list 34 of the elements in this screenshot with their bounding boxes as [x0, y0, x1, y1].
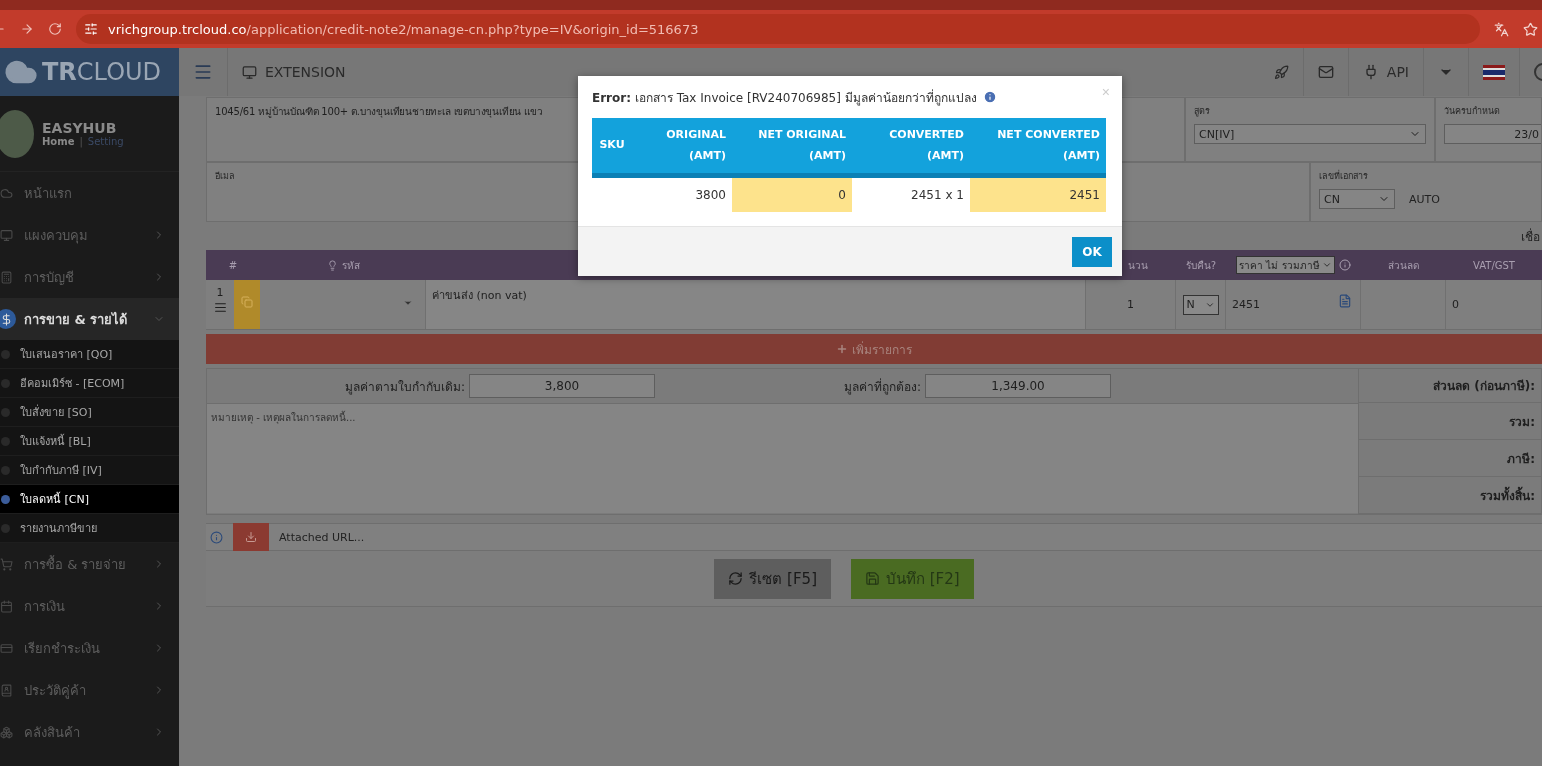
column-header: นวน — [1127, 258, 1149, 273]
field-label: อีเมล — [215, 170, 236, 183]
column-header: NET ORIGINAL (AMT) — [732, 118, 852, 178]
column-header: NET CONVERTED (AMT) — [970, 118, 1106, 178]
field-label: มูลค่าที่ถูกต้อง: — [842, 377, 922, 396]
column-header: รับคืน? — [1184, 258, 1218, 273]
column-header: ส่วนลด — [1387, 258, 1420, 273]
separator: | — [79, 136, 83, 147]
table-cell: 1 — [1127, 298, 1134, 311]
column-header: รหัส — [341, 258, 360, 273]
column-header: VAT/GST — [1472, 259, 1516, 271]
table-cell: 0 — [1452, 298, 1459, 311]
table-cell: 2451 — [970, 178, 1106, 212]
total-label: ส่วนลด (ก่อนภาษี): — [1359, 369, 1541, 403]
profile-name: EASYHUB — [42, 120, 118, 136]
dialog-title: Error: เอกสาร Tax Invoice [RV240706985] มีมูลค่าน้อยกว่าที่ถูกแปลง — [592, 88, 977, 107]
column-header: ORIGINAL (AMT) — [632, 118, 732, 178]
table-cell: 0 — [732, 178, 852, 212]
field-label: มูลค่าตามใบกำกับเดิม: — [343, 378, 466, 396]
price-value: 2451 — [1232, 298, 1260, 311]
field-label: เลขที่เอกสาร — [1319, 169, 1369, 183]
total-label: ภาษี: — [1359, 440, 1541, 477]
total-label: รวม: — [1359, 403, 1541, 440]
column-header: # — [227, 259, 239, 271]
row-number: 1 — [216, 286, 224, 299]
field-label: สูตร — [1194, 105, 1211, 118]
edge-text: เชื่อ — [1521, 227, 1541, 246]
url-text: vrichgroup.trcloud.co/application/credit-note2/manage-cn.php?type=IV&origin_id=516673 — [108, 21, 699, 37]
column-header: CONVERTED (AMT) — [852, 118, 970, 178]
column-header: SKU — [592, 118, 632, 178]
logo-text: TRCLOUD — [42, 58, 162, 86]
auto-label: AUTO — [1409, 192, 1440, 206]
field-label: วันครบกำหนด — [1444, 105, 1501, 118]
total-label: รวมทั้งสิ้น: — [1359, 477, 1541, 514]
